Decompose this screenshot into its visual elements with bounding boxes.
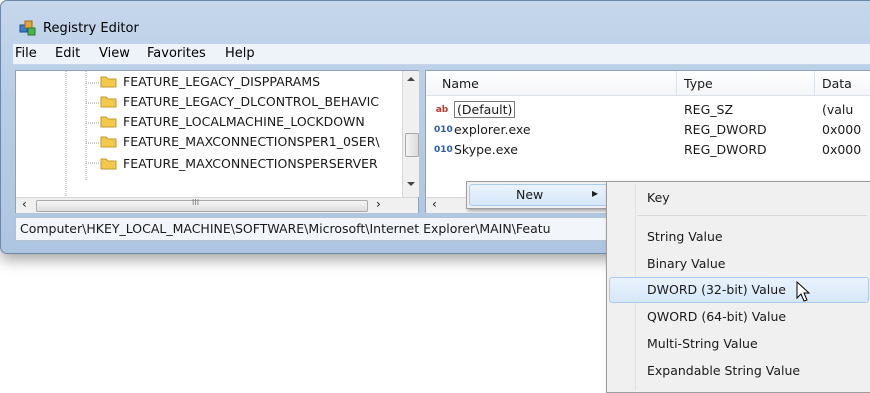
folder-icon (100, 158, 117, 170)
tree-item[interactable]: FEATURE_LOCALMACHINE_LOCKDOWN (100, 114, 365, 134)
key-tree-pane[interactable]: FEATURE_LEGACY_DISPPARAMS FEATURE_LEGACY… (15, 70, 419, 213)
menu-favorites[interactable]: Favorites (147, 46, 206, 61)
tree-item-label: FEATURE_MAXCONNECTIONSPERSERVER (123, 156, 378, 171)
column-type[interactable]: Type (684, 76, 713, 91)
value-data: 0x000 (822, 142, 862, 157)
tree-item[interactable]: FEATURE_LEGACY_DISPPARAMS (100, 74, 320, 94)
submenu-item-multi-string[interactable]: Multi-String Value (647, 336, 758, 351)
column-divider[interactable] (814, 71, 815, 95)
binary-value-icon: 010 (434, 125, 453, 135)
mouse-cursor-icon (796, 281, 811, 302)
menu-help[interactable]: Help (225, 46, 255, 61)
menu-item-new-label: New (516, 187, 544, 202)
folder-icon (100, 96, 117, 108)
scroll-left-arrow-icon[interactable]: ‹ (22, 197, 27, 211)
tree-item[interactable]: FEATURE_MAXCONNECTIONSPER1_0SER\ (100, 134, 380, 154)
tree-item-label: FEATURE_LEGACY_DLCONTROL_BEHAVIC (123, 94, 380, 109)
folder-icon (100, 76, 117, 88)
menu-bar: File Edit View Favorites Help (13, 44, 870, 65)
scroll-thumb[interactable] (405, 133, 419, 157)
registry-editor-icon (19, 20, 36, 36)
folder-icon (100, 116, 117, 128)
scroll-grip: III (192, 198, 200, 207)
value-data: (valu (822, 102, 854, 117)
new-submenu: Key String Value Binary Value DWORD (32-… (606, 181, 870, 393)
scroll-thumb[interactable]: III (36, 198, 368, 212)
column-divider[interactable] (676, 71, 677, 95)
submenu-item-binary-value[interactable]: Binary Value (647, 256, 725, 271)
scroll-up-arrow-icon[interactable] (406, 76, 416, 82)
column-name[interactable]: Name (442, 76, 479, 91)
status-path: Computer\HKEY_LOCAL_MACHINE\SOFTWARE\Mic… (20, 221, 551, 236)
menu-separator (637, 215, 867, 216)
value-type: REG_DWORD (684, 122, 767, 137)
string-value-icon: ab (435, 105, 449, 115)
folder-icon (100, 136, 117, 148)
menu-view[interactable]: View (99, 46, 130, 61)
tree-item[interactable]: FEATURE_LEGACY_DLCONTROL_BEHAVIC (100, 94, 379, 114)
value-type: REG_SZ (684, 102, 734, 117)
title-bar[interactable]: Registry Editor (11, 9, 411, 37)
list-row[interactable]: 010 explorer.exe REG_DWORD 0x000 (434, 121, 870, 141)
tree-item-label: FEATURE_MAXCONNECTIONSPER1_0SER\ (123, 134, 380, 149)
value-name: Skype.exe (454, 142, 518, 157)
list-row[interactable]: ab (Default) REG_SZ (valu (434, 101, 870, 121)
tree-horizontal-scrollbar[interactable]: ‹ III › (16, 197, 418, 213)
menu-file[interactable]: File (15, 46, 37, 61)
scroll-right-arrow-icon[interactable]: › (376, 197, 381, 211)
column-data[interactable]: Data (822, 76, 852, 91)
value-name: (Default) (454, 101, 516, 118)
list-row[interactable]: 010 Skype.exe REG_DWORD 0x000 (434, 141, 870, 161)
submenu-item-string-value[interactable]: String Value (647, 229, 723, 244)
menu-edit[interactable]: Edit (55, 46, 80, 61)
tree-vertical-scrollbar[interactable] (402, 71, 419, 197)
value-name: explorer.exe (454, 122, 531, 137)
context-menu: New ▸ (466, 181, 612, 209)
list-header: Name Type Data (426, 71, 870, 96)
submenu-item-expandable-string[interactable]: Expandable String Value (647, 363, 800, 378)
submenu-item-dword-value[interactable]: DWORD (32-bit) Value (647, 282, 786, 297)
window-title: Registry Editor (43, 21, 139, 36)
scroll-left-arrow-icon[interactable]: ‹ (432, 197, 437, 211)
scroll-down-arrow-icon[interactable] (406, 181, 416, 187)
submenu-arrow-icon: ▸ (592, 186, 599, 200)
binary-value-icon: 010 (434, 145, 453, 155)
tree-item-label: FEATURE_LOCALMACHINE_LOCKDOWN (123, 114, 365, 129)
value-type: REG_DWORD (684, 142, 767, 157)
value-data: 0x000 (822, 122, 862, 137)
tree-item[interactable]: FEATURE_MAXCONNECTIONSPERSERVER (100, 156, 378, 176)
tree-item-label: FEATURE_LEGACY_DISPPARAMS (123, 74, 321, 89)
menu-item-new[interactable]: New ▸ (469, 184, 609, 206)
submenu-item-qword-value[interactable]: QWORD (64-bit) Value (647, 309, 786, 324)
submenu-item-key[interactable]: Key (647, 190, 670, 205)
